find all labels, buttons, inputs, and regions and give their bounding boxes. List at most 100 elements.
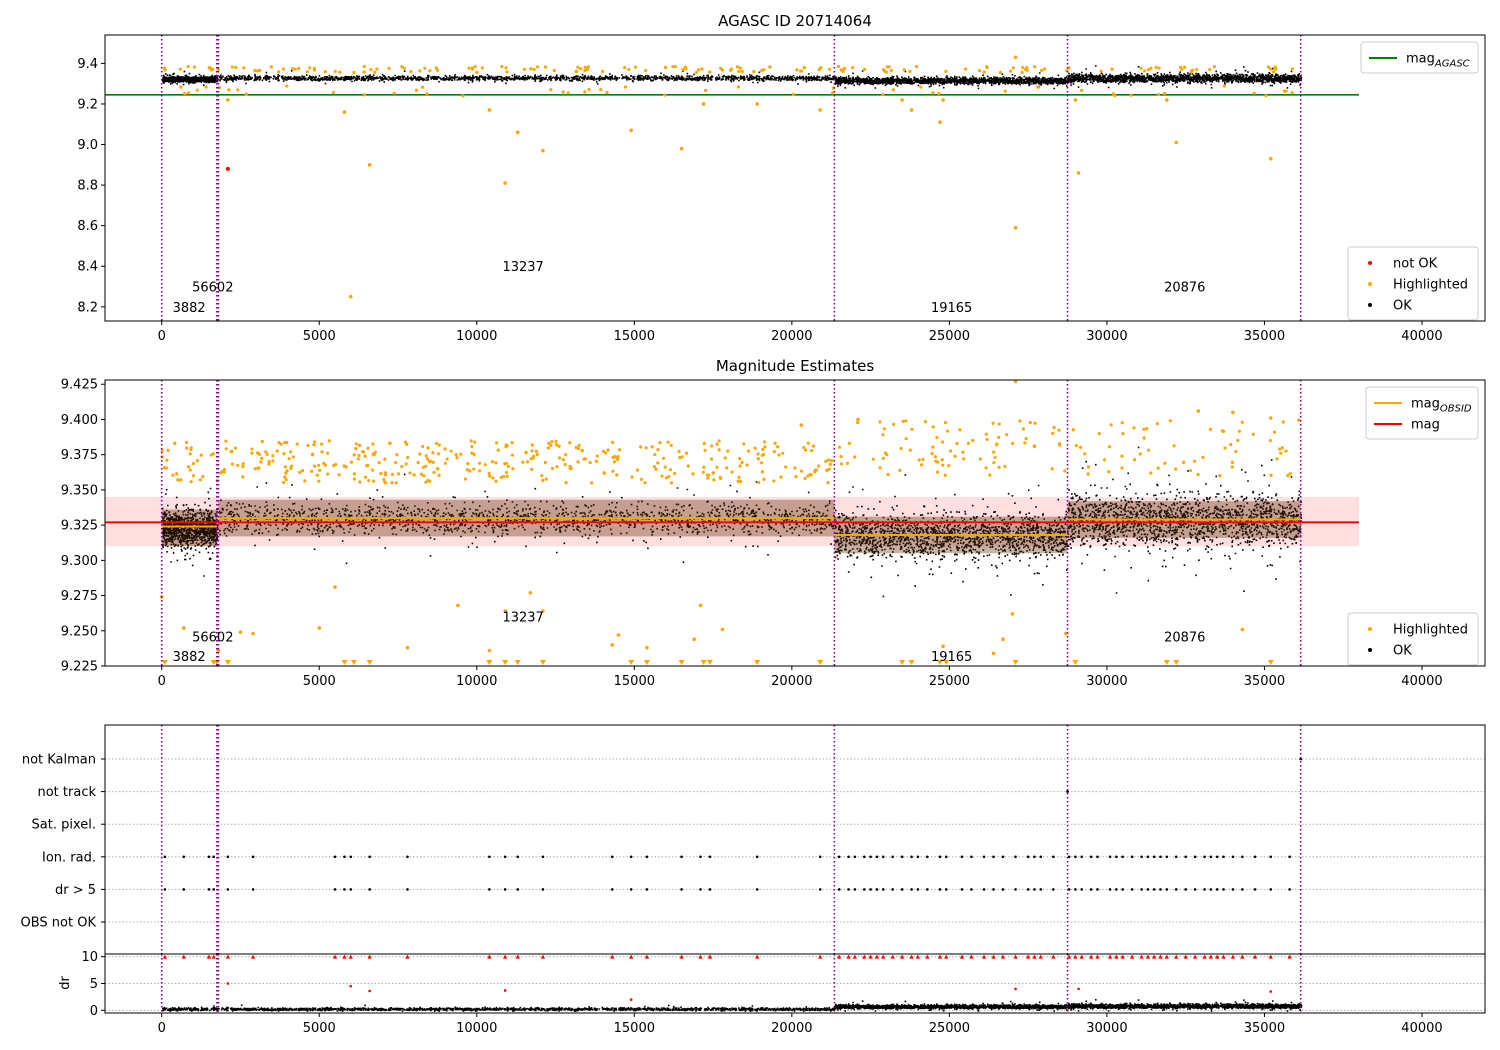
highlighted-point <box>1005 432 1009 437</box>
highlighted-point <box>639 445 643 449</box>
highlighted-point <box>937 91 941 96</box>
highlighted-point <box>1281 420 1285 424</box>
highlighted-point <box>669 481 674 485</box>
highlighted-point <box>706 476 710 480</box>
flag-event <box>1115 888 1118 891</box>
highlighted-point <box>602 471 606 475</box>
highlighted-point <box>702 441 706 446</box>
flag-event <box>847 855 850 859</box>
highlighted-point <box>1195 68 1199 72</box>
highlighted-point <box>1272 430 1277 434</box>
flag-event <box>516 888 520 891</box>
highlighted-point <box>779 475 783 479</box>
highlighted-point <box>1284 449 1288 453</box>
highlighted-point <box>757 480 761 485</box>
highlighted-point <box>568 464 572 469</box>
highlighted-point <box>701 470 705 474</box>
flag-event <box>212 855 215 859</box>
flag-event <box>1001 855 1005 859</box>
highlighted-point <box>703 448 707 453</box>
highlighted-point <box>503 181 507 185</box>
highlighted-point <box>772 479 776 483</box>
flag-event <box>368 888 371 891</box>
highlighted-point <box>576 460 580 464</box>
flag-event <box>1215 855 1219 859</box>
highlighted-point <box>244 92 248 96</box>
flag-event <box>406 888 409 891</box>
highlighted-point <box>661 456 666 460</box>
highlighted-point <box>256 466 260 471</box>
highlighted-point <box>696 68 701 72</box>
highlighted-point <box>369 68 373 72</box>
highlighted-point <box>737 475 741 479</box>
highlighted-point <box>700 67 704 71</box>
highlighted-point <box>1107 445 1112 449</box>
highlighted-point <box>681 68 685 72</box>
flag-event <box>699 888 702 891</box>
highlighted-point <box>762 440 767 444</box>
highlighted-point <box>310 469 314 473</box>
flag-category-label: not Kalman <box>22 753 96 768</box>
highlighted-point <box>691 472 695 476</box>
highlighted-point <box>470 444 474 449</box>
highlighted-point <box>1086 472 1090 476</box>
highlighted-point <box>799 69 803 73</box>
flag-event <box>1203 888 1206 891</box>
highlighted-point <box>362 93 367 97</box>
highlighted-point <box>836 64 840 69</box>
highlighted-point <box>671 64 675 69</box>
highlighted-point <box>473 440 477 444</box>
highlighted-point <box>1188 468 1193 473</box>
mag-estimates-title: Magnitude Estimates <box>716 357 874 375</box>
highlighted-point <box>298 470 302 475</box>
highlighted-point <box>715 442 719 446</box>
highlighted-point <box>1086 465 1091 469</box>
highlighted-point <box>409 70 413 74</box>
highlighted-point <box>1132 426 1136 430</box>
y-tick-label: 9.300 <box>61 554 98 569</box>
highlighted-point <box>494 441 499 445</box>
highlighted-point <box>1024 437 1028 441</box>
highlighted-point <box>795 68 799 72</box>
highlighted-point <box>529 457 533 461</box>
highlighted-point <box>288 450 293 454</box>
highlighted-point <box>793 466 797 470</box>
highlighted-point <box>1275 457 1279 461</box>
flag-event <box>926 888 929 891</box>
highlighted-point <box>728 68 733 72</box>
highlighted-point <box>1162 91 1167 96</box>
highlighted-point <box>633 65 638 69</box>
highlighted-point <box>315 473 319 477</box>
highlighted-point <box>322 461 326 465</box>
highlighted-point <box>1052 425 1056 430</box>
highlighted-point <box>606 448 610 452</box>
highlighted-point <box>1013 55 1018 60</box>
flag-event <box>680 888 683 891</box>
flag-event <box>1159 855 1162 859</box>
highlighted-point <box>917 458 921 462</box>
flag-event <box>1241 855 1244 859</box>
highlighted-point <box>1145 426 1149 431</box>
flag-event <box>1089 888 1093 891</box>
highlighted-point <box>652 464 657 469</box>
highlighted-point <box>794 475 798 479</box>
highlighted-point <box>483 463 487 467</box>
highlighted-point <box>991 421 995 425</box>
highlighted-point <box>183 91 187 96</box>
highlighted-point <box>988 473 992 477</box>
highlighted-point <box>504 443 508 447</box>
highlighted-point <box>1010 612 1015 616</box>
highlighted-point <box>949 449 953 453</box>
highlighted-point <box>677 449 681 454</box>
highlighted-point <box>1010 441 1015 446</box>
highlighted-point <box>887 65 891 69</box>
y-tick-label: 9.4 <box>77 57 98 72</box>
highlighted-point <box>530 443 534 447</box>
highlighted-point <box>435 467 440 471</box>
highlighted-point <box>349 460 354 464</box>
highlighted-point <box>561 458 566 462</box>
y-tick-label: 9.225 <box>61 660 98 675</box>
highlighted-point <box>1097 431 1101 436</box>
highlighted-point <box>557 456 562 460</box>
highlighted-point <box>500 64 504 69</box>
